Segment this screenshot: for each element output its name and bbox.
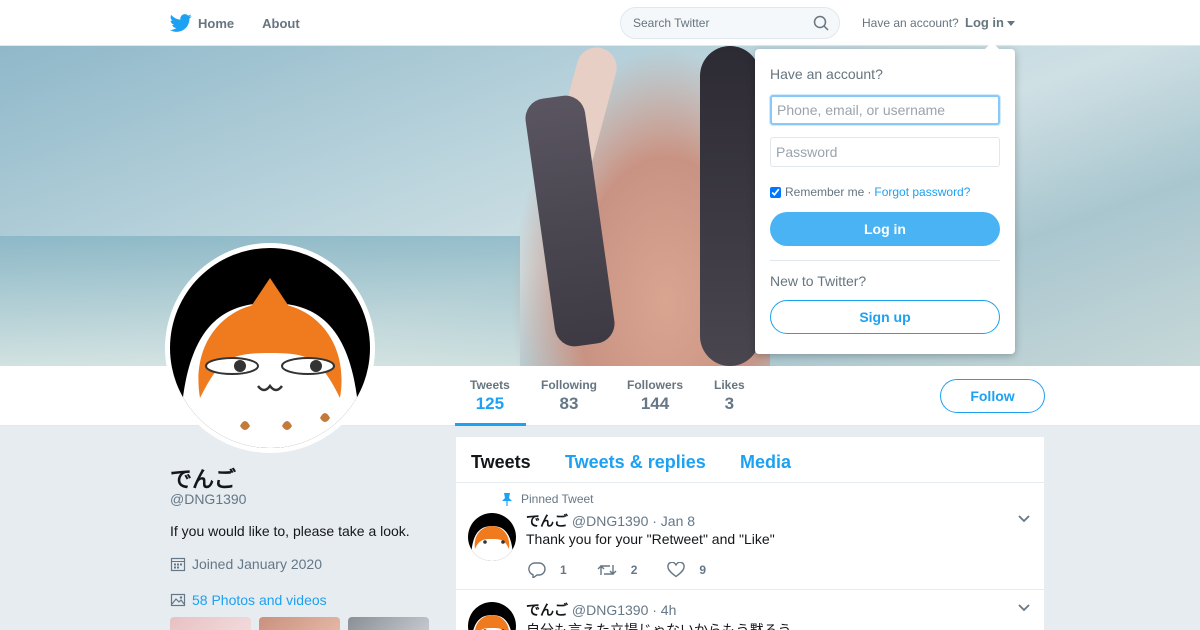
banner-hair-right xyxy=(700,46,760,366)
stat-value: 125 xyxy=(475,394,505,413)
owl-avatar-image xyxy=(468,602,516,630)
retweet-button[interactable]: 2 xyxy=(597,562,638,578)
pinned-tweet-context: Pinned Tweet xyxy=(501,492,594,506)
like-count: 9 xyxy=(699,563,707,577)
reply-count: 1 xyxy=(560,563,567,577)
password-input[interactable] xyxy=(770,137,1000,167)
media-thumbnail[interactable] xyxy=(259,617,340,630)
forgot-password-link[interactable]: Forgot password? xyxy=(874,185,970,199)
nav-about-link[interactable]: About xyxy=(262,16,300,31)
have-account-text: Have an account? xyxy=(862,16,959,30)
tweet-text: 自分も言えた立場じゃないからもう黙ろう xyxy=(526,622,792,630)
login-dropdown-toggle[interactable]: Log in xyxy=(965,15,1015,30)
tweet-author-handle[interactable]: @DNG1390 xyxy=(572,602,648,618)
stat-label: Followers xyxy=(627,378,684,392)
tab-tweets[interactable]: Tweets xyxy=(471,452,531,473)
stat-label: Following xyxy=(541,378,597,392)
tweet-avatar[interactable] xyxy=(468,602,516,630)
search-box xyxy=(620,7,840,39)
chevron-down-icon[interactable] xyxy=(1017,603,1031,613)
retweet-count: 2 xyxy=(630,563,638,577)
dropdown-divider xyxy=(770,260,1000,261)
nav-home-link[interactable]: Home xyxy=(198,16,234,31)
caret-down-icon xyxy=(1007,21,1015,27)
signup-button[interactable]: Sign up xyxy=(770,300,1000,334)
nav-left: Home About xyxy=(170,0,328,46)
calendar-icon xyxy=(170,557,186,572)
login-toggle-label: Log in xyxy=(965,15,1004,30)
stat-value: 144 xyxy=(640,394,670,413)
login-dropdown-title: Have an account? xyxy=(770,66,883,82)
profile-avatar[interactable] xyxy=(165,243,375,453)
profile-bio: If you would like to, please take a look… xyxy=(170,523,410,539)
reply-icon xyxy=(528,562,546,578)
tweet-timestamp[interactable]: · 4h xyxy=(652,602,676,618)
joined-text: Joined January 2020 xyxy=(192,556,322,572)
profile-joined: Joined January 2020 xyxy=(170,556,322,572)
media-thumbnail[interactable] xyxy=(348,617,429,630)
login-button[interactable]: Log in xyxy=(770,212,1000,246)
twitter-bird-icon[interactable] xyxy=(170,12,192,34)
photos-videos-link[interactable]: 58 Photos and videos xyxy=(170,592,327,608)
reply-button[interactable]: 1 xyxy=(528,562,567,578)
active-stat-underline xyxy=(455,423,526,426)
stat-following[interactable]: Following 83 xyxy=(541,378,597,414)
owl-avatar-image xyxy=(170,248,370,448)
tweet-author-handle[interactable]: @DNG1390 xyxy=(572,513,648,529)
tab-tweets-replies[interactable]: Tweets & replies xyxy=(565,452,706,473)
remember-me-label[interactable]: Remember me xyxy=(785,185,864,199)
follow-button[interactable]: Follow xyxy=(940,379,1045,413)
stat-label: Tweets xyxy=(470,378,510,392)
pin-icon xyxy=(502,493,512,506)
heart-icon xyxy=(667,562,686,578)
like-button[interactable]: 9 xyxy=(667,562,706,578)
stat-value: 83 xyxy=(559,394,579,413)
pinned-label: Pinned Tweet xyxy=(521,492,594,506)
tweet-author-name[interactable]: でんご xyxy=(526,602,568,618)
tweet-header: でんご @DNG1390 · Jan 8 xyxy=(526,511,695,531)
stat-tweets[interactable]: Tweets 125 xyxy=(470,378,510,414)
retweet-icon xyxy=(597,565,617,575)
separator-dot: · xyxy=(867,185,872,199)
tweet-text: Thank you for your "Retweet" and "Like" xyxy=(526,531,775,547)
owl-avatar-image xyxy=(468,513,516,561)
profile-handle[interactable]: @DNG1390 xyxy=(170,491,246,507)
top-nav: Home About Have an account? Log in xyxy=(0,0,1200,46)
timeline-tabs: Tweets Tweets & replies Media xyxy=(456,437,1044,483)
photos-videos-label: 58 Photos and videos xyxy=(192,592,327,608)
search-input[interactable] xyxy=(633,16,803,30)
profile-name: でんご xyxy=(170,467,237,492)
stat-followers[interactable]: Followers 144 xyxy=(627,378,683,414)
tweet-timestamp[interactable]: · Jan 8 xyxy=(652,513,695,529)
search-icon[interactable] xyxy=(813,15,829,31)
chevron-down-icon[interactable] xyxy=(1017,514,1031,524)
timeline: Tweets Tweets & replies Media Pinned Twe… xyxy=(456,437,1044,630)
media-thumbnail[interactable] xyxy=(170,617,251,630)
tweet-avatar[interactable] xyxy=(468,513,516,561)
login-dropdown: Have an account? Remember me · Forgot pa… xyxy=(755,42,1015,354)
stat-likes[interactable]: Likes 3 xyxy=(714,378,745,414)
stat-label: Likes xyxy=(714,378,745,392)
tweet-divider xyxy=(456,589,1044,590)
tweet-author-name[interactable]: でんご xyxy=(526,513,568,529)
tweet-actions: 1 2 9 xyxy=(528,562,736,578)
stat-value: 3 xyxy=(724,394,735,413)
remember-me-checkbox[interactable] xyxy=(770,186,781,198)
remember-me-row: Remember me · Forgot password? xyxy=(770,185,970,199)
tweet-header: でんご @DNG1390 · 4h xyxy=(526,600,676,620)
new-to-twitter-text: New to Twitter? xyxy=(770,273,867,289)
username-input[interactable] xyxy=(770,95,1000,125)
tab-media[interactable]: Media xyxy=(740,452,791,473)
image-icon xyxy=(170,593,186,607)
